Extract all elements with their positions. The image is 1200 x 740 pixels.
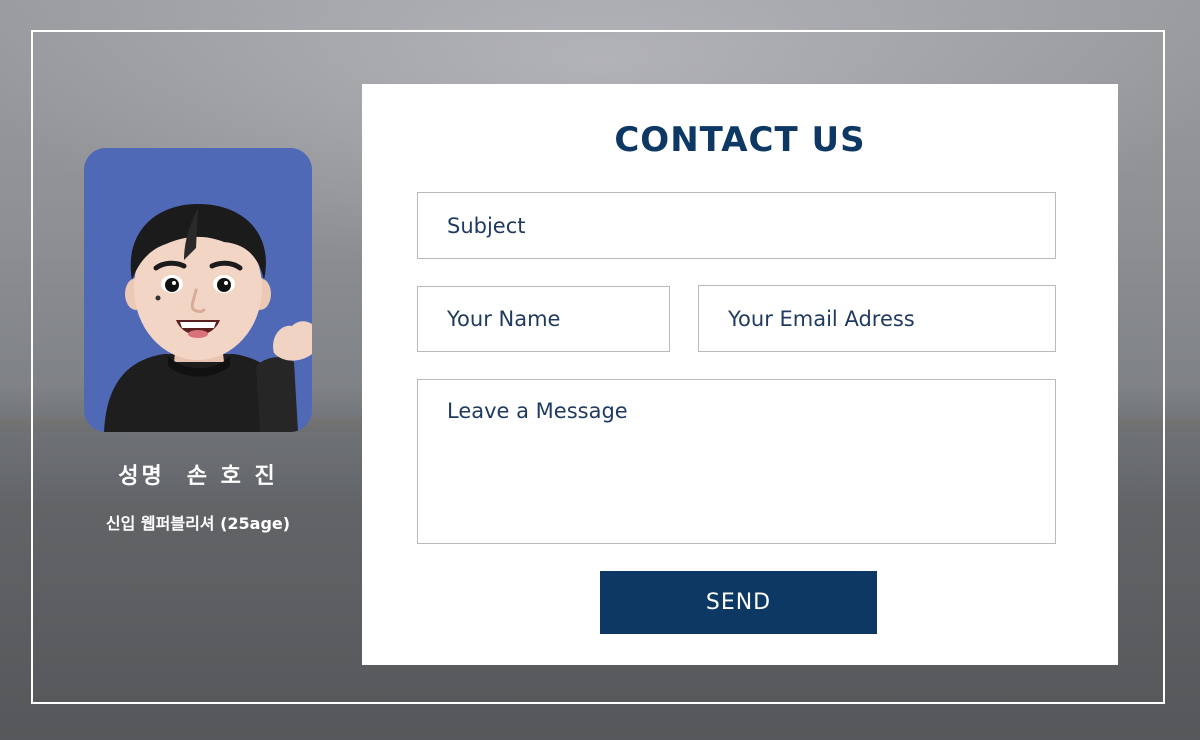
profile-role: 신입 웹퍼블리셔 (25age): [105, 514, 291, 533]
profile-name: 성명 손 호 진: [70, 458, 326, 490]
profile-avatar-card: [84, 148, 312, 432]
message-textarea[interactable]: [417, 379, 1056, 544]
send-button[interactable]: SEND: [600, 571, 877, 634]
contact-title: CONTACT US: [614, 120, 866, 160]
subject-input[interactable]: [417, 192, 1056, 259]
memoji-avatar-image: [84, 148, 312, 432]
profile-name-label: 성명: [118, 464, 165, 489]
name-input[interactable]: [417, 286, 670, 352]
email-input[interactable]: [698, 285, 1056, 352]
profile-name-value: 손 호 진: [186, 464, 278, 489]
contact-form-panel: CONTACT US SEND: [362, 84, 1118, 665]
avatar: [84, 148, 312, 432]
